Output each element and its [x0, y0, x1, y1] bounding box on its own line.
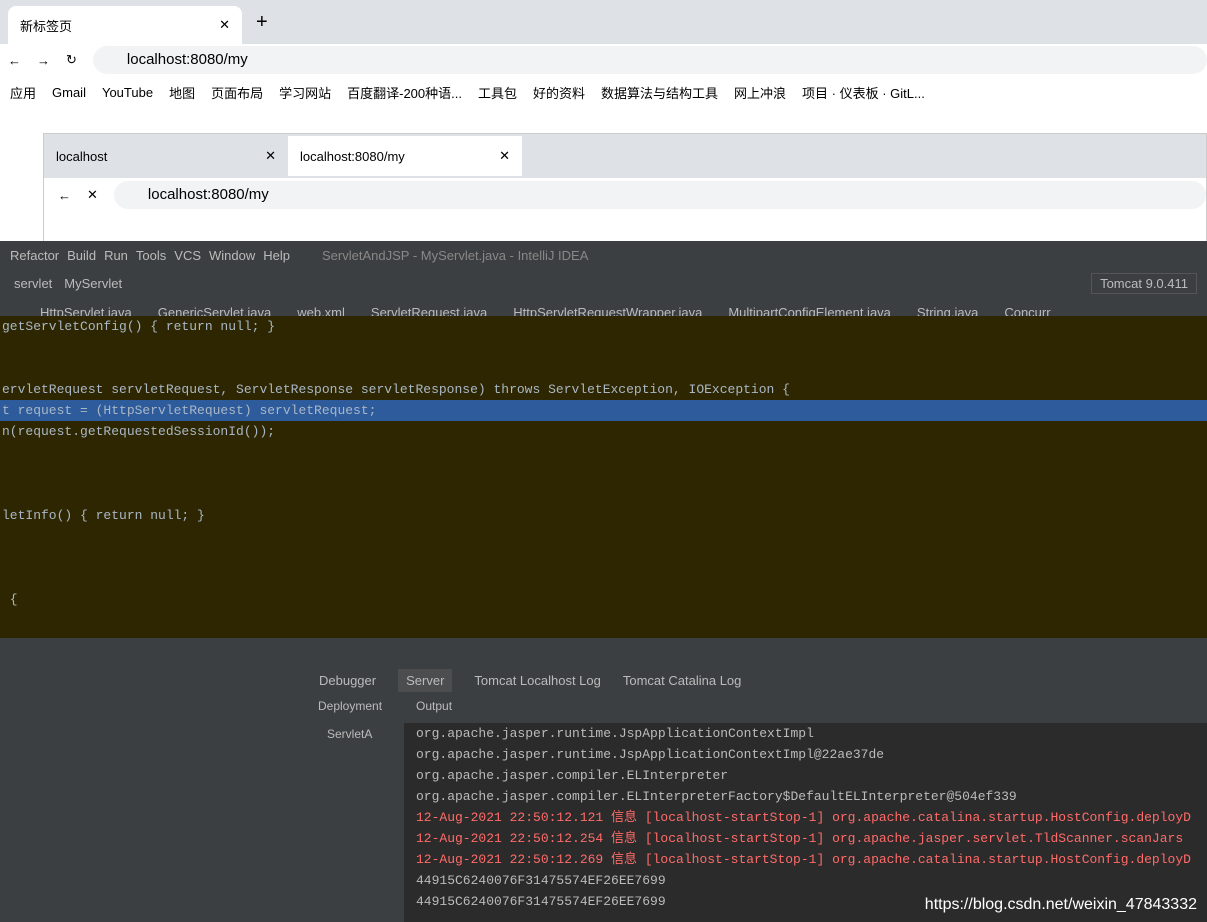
bookmark[interactable]: YouTube	[102, 85, 153, 100]
breadcrumb[interactable]: servlet	[14, 276, 52, 291]
bookmark[interactable]: 页面布局	[211, 83, 263, 102]
bookmark[interactable]: 数据算法与结构工具	[601, 83, 718, 102]
bookmark[interactable]: 应用	[10, 83, 36, 102]
deployment-header: Deployment	[318, 699, 383, 713]
close-icon[interactable]: ✕	[499, 148, 510, 164]
new-tab-icon[interactable]: +	[256, 11, 268, 34]
bookmark[interactable]: 工具包	[478, 83, 517, 102]
close-icon[interactable]: ✕	[265, 148, 276, 164]
bookmark[interactable]: 百度翻译-200种语...	[347, 83, 462, 102]
tab-my[interactable]: localhost:8080/my ✕	[288, 136, 522, 176]
tab-localhost[interactable]: localhost ✕	[44, 148, 288, 164]
ide-window: Refactor Build Run Tools VCS Window Help Servle…	[0, 241, 1207, 922]
tool-tabs: Debugger Server Tomcat Localhost Log Tomcat…	[305, 666, 1207, 694]
watermark: https://blog.csdn.net/weixin_47843332	[924, 896, 1197, 913]
url-bar[interactable]: localhost:8080/my	[113, 181, 1206, 209]
bookmark[interactable]: 学习网站	[279, 83, 331, 102]
code-editor[interactable]: getServletConfig() { return null; } ervle…	[0, 316, 1207, 638]
back-icon[interactable]: ←	[58, 188, 71, 203]
bookmark[interactable]: 项目 · 仪表板 · GitL...	[802, 83, 925, 102]
bookmark[interactable]: 好的资料	[533, 83, 585, 102]
breadcrumb[interactable]: MyServlet	[64, 276, 122, 291]
reload-icon[interactable]: ↻	[66, 52, 77, 68]
tab-new[interactable]: 新标签页 ✕	[8, 6, 242, 44]
bookmark[interactable]: 地图	[169, 83, 195, 102]
bookmark[interactable]: 网上冲浪	[734, 83, 786, 102]
console-output[interactable]: org.apache.jasper.runtime.JspApplication…	[404, 723, 1207, 922]
run-config[interactable]: Tomcat 9.0.411	[1091, 272, 1197, 294]
output-header: Output	[416, 699, 453, 713]
tab-title: 新标签页	[20, 18, 73, 34]
url-bar[interactable]: localhost:8080/my	[92, 46, 1207, 74]
inner-browser: localhost ✕ localhost:8080/my ✕ ← ✕ localhost…	[43, 133, 1207, 243]
deployment-item[interactable]: ServletA	[327, 727, 372, 741]
outer-tabbar: 新标签页 ✕ +	[0, 0, 1207, 44]
bookmarks-bar: 应用 Gmail YouTube 地图 页面布局 学习网站 百度翻译-200种语... 工具包…	[0, 80, 1207, 104]
window-title: ServletAndJSP - MyServlet.java - Intelli…	[322, 247, 589, 263]
forward-icon[interactable]: →	[37, 53, 50, 68]
back-icon[interactable]: ←	[8, 53, 21, 68]
bookmark[interactable]: Gmail	[52, 85, 86, 100]
menu-bar: Refactor Build Run Tools VCS Window Help Servle…	[10, 247, 589, 263]
stop-icon[interactable]: ✕	[87, 187, 98, 203]
close-icon[interactable]: ✕	[219, 17, 230, 33]
